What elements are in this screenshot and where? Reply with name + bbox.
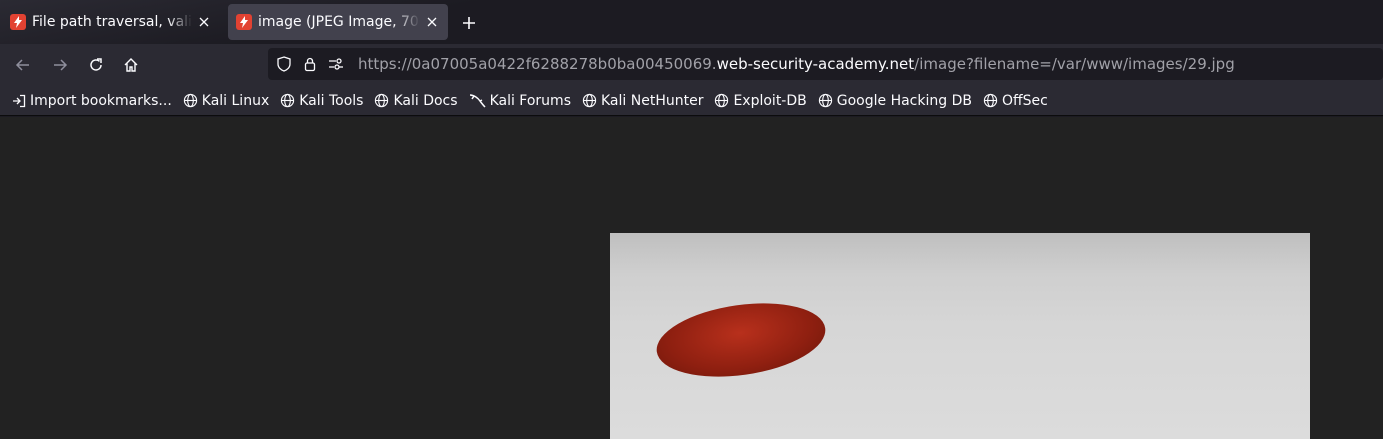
home-button[interactable] xyxy=(118,52,144,78)
globe-icon xyxy=(183,93,197,108)
bookmark-label: Import bookmarks... xyxy=(30,92,172,109)
bookmarks-toolbar: Import bookmarks... Kali Linux Kali Tool… xyxy=(0,86,1383,116)
tab-title: File path traversal, validat xyxy=(32,14,192,30)
bookmark-kali-docs[interactable]: Kali Docs xyxy=(374,92,458,109)
portswigger-favicon-icon xyxy=(10,14,26,30)
tab-title: image (JPEG Image, 700 × 700 pixels) xyxy=(258,14,420,30)
new-tab-button[interactable] xyxy=(456,10,482,36)
forward-button[interactable] xyxy=(47,52,73,78)
bookmark-label: Kali Docs xyxy=(393,92,458,109)
tab-strip: File path traversal, validat image (JPEG… xyxy=(0,0,1383,44)
url-text: https://0a07005a0422f6288278b0ba00450069… xyxy=(358,55,1235,73)
reload-button[interactable] xyxy=(83,52,109,78)
url-domain: web-security-academy.net xyxy=(716,55,915,73)
close-tab-icon[interactable] xyxy=(196,14,212,30)
bookmark-label: Exploit-DB xyxy=(733,92,807,109)
reload-icon xyxy=(90,58,102,71)
bookmark-label: Google Hacking DB xyxy=(836,92,972,109)
globe-icon xyxy=(281,93,295,108)
address-bar[interactable]: https://0a07005a0422f6288278b0ba00450069… xyxy=(268,48,1383,80)
globe-icon xyxy=(715,93,729,108)
arrow-left-icon xyxy=(15,59,29,71)
bookmark-kali-tools[interactable]: Kali Tools xyxy=(280,93,363,109)
bookmark-exploit-db[interactable]: Exploit-DB xyxy=(714,92,807,109)
bookmark-label: Kali NetHunter xyxy=(601,92,704,109)
bookmark-import[interactable]: Import bookmarks... xyxy=(12,93,172,109)
url-prefix: https://0a07005a0422f6288278b0ba00450069… xyxy=(358,55,717,73)
url-path: /image?filename=/var/www/images/29.jpg xyxy=(914,55,1235,73)
bookmark-offsec[interactable]: OffSec xyxy=(983,93,1048,109)
arrow-right-icon xyxy=(54,59,68,71)
kali-dragon-icon xyxy=(469,94,486,108)
close-tab-icon[interactable] xyxy=(424,14,440,30)
import-icon xyxy=(13,94,26,107)
home-icon xyxy=(124,58,138,72)
globe-icon xyxy=(375,93,389,108)
bookmark-kali-nethunter[interactable]: Kali NetHunter xyxy=(582,93,703,109)
tracking-protection-shield-icon[interactable] xyxy=(274,54,294,74)
displayed-jpeg-image[interactable] xyxy=(610,233,1310,439)
bookmark-label: Kali Forums xyxy=(489,92,571,109)
bookmark-kali-linux[interactable]: Kali Linux xyxy=(183,93,269,109)
back-button[interactable] xyxy=(10,52,36,78)
navigation-toolbar: https://0a07005a0422f6288278b0ba00450069… xyxy=(0,44,1383,86)
bookmark-label: Kali Linux xyxy=(201,92,270,109)
globe-icon xyxy=(983,93,998,108)
image-red-object xyxy=(651,293,831,387)
tab-file-path-traversal[interactable]: File path traversal, validat xyxy=(2,4,220,40)
portswigger-favicon-icon xyxy=(236,14,252,30)
bookmark-google-hacking-db[interactable]: Google Hacking DB xyxy=(818,93,972,109)
bookmark-label: OffSec xyxy=(1001,92,1048,109)
plus-icon xyxy=(463,17,475,29)
globe-icon xyxy=(582,93,597,108)
globe-icon xyxy=(818,93,832,108)
permissions-icon[interactable] xyxy=(326,54,346,74)
tab-image-jpeg[interactable]: image (JPEG Image, 700 × 700 pixels) xyxy=(228,4,448,40)
bookmark-label: Kali Tools xyxy=(299,92,364,109)
bookmark-kali-forums[interactable]: Kali Forums xyxy=(469,93,571,109)
lock-icon[interactable] xyxy=(300,54,320,74)
